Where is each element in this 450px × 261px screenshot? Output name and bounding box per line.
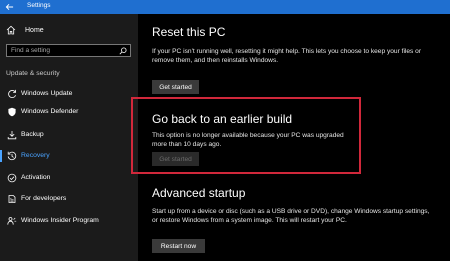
main-content: Reset this PC If your PC isn't running w… <box>131 14 450 261</box>
go-back-description: This option is no longer available becau… <box>152 132 344 149</box>
shield-icon <box>8 107 16 117</box>
sidebar-item-windows-update[interactable]: Windows Update <box>0 86 138 102</box>
recovery-icon <box>7 151 17 161</box>
window-title: Settings <box>27 2 51 9</box>
sidebar-item-label: Activation <box>21 174 51 181</box>
back-button[interactable] <box>0 0 18 14</box>
sidebar-item-label: Windows Insider Program <box>21 217 99 224</box>
active-indicator <box>0 150 2 162</box>
advanced-startup-heading: Advanced startup <box>152 186 246 200</box>
reset-get-started-button[interactable]: Get started <box>152 80 199 94</box>
sidebar-item-windows-insider-program[interactable]: Windows Insider Program <box>0 213 138 229</box>
search-input[interactable]: Find a setting <box>6 44 131 57</box>
refresh-icon <box>8 89 16 99</box>
sidebar-item-label: Backup <box>21 131 44 138</box>
sidebar-item-label: Home <box>25 26 44 34</box>
sidebar-item-recovery[interactable]: Recovery <box>0 148 138 164</box>
reset-pc-heading: Reset this PC <box>152 25 226 39</box>
restart-now-button[interactable]: Restart now <box>152 239 205 253</box>
sidebar-item-label: Windows Defender <box>21 108 79 115</box>
back-arrow-icon <box>5 3 13 11</box>
sidebar-section-title: Update & security <box>6 70 60 77</box>
title-bar: Settings <box>0 0 450 14</box>
advanced-startup-description: Start up from a device or disc (such as … <box>152 208 430 225</box>
sidebar-item-label: Recovery <box>21 152 50 159</box>
home-icon <box>6 25 16 35</box>
sidebar-item-home[interactable]: Home <box>6 24 44 36</box>
go-back-heading: Go back to an earlier build <box>152 112 293 126</box>
sidebar-item-windows-defender[interactable]: Windows Defender <box>0 104 138 120</box>
backup-icon <box>7 131 17 140</box>
search-icon[interactable] <box>119 47 127 55</box>
sidebar-item-activation[interactable]: Activation <box>0 170 138 186</box>
sidebar-item-label: For developers <box>21 195 67 202</box>
insider-icon <box>7 217 17 225</box>
sidebar-item-label: Windows Update <box>21 90 73 97</box>
search-placeholder: Find a setting <box>11 47 51 54</box>
activation-icon <box>7 173 17 183</box>
sidebar-item-for-developers[interactable]: For developers <box>0 191 138 207</box>
go-back-get-started-button: Get started <box>152 152 199 166</box>
sidebar-item-backup[interactable]: Backup <box>0 127 138 143</box>
developers-icon <box>8 195 16 203</box>
sidebar: Home Find a setting Update & security Wi… <box>0 14 138 261</box>
reset-pc-description: If your PC isn't running well, resetting… <box>152 48 422 65</box>
